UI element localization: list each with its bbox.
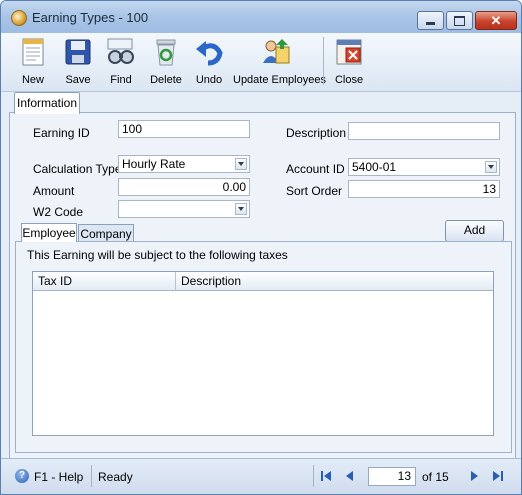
status-bar: ? F1 - Help Ready 13 of 15 [1, 458, 521, 494]
description-field[interactable] [348, 122, 500, 140]
calculation-type-select[interactable]: Hourly Rate [118, 155, 250, 173]
minimize-icon [426, 22, 435, 25]
earning-types-window: Earning Types - 100 ✕ New Save Find Dele… [0, 0, 522, 495]
chevron-down-icon[interactable] [235, 203, 247, 215]
description-label: Description [286, 126, 347, 140]
w2-code-label: W2 Code [33, 205, 84, 219]
delete-label: Delete [150, 74, 182, 86]
earning-id-field[interactable]: 100 [118, 120, 250, 138]
maximize-icon [454, 16, 465, 26]
toolbar-separator [323, 37, 324, 85]
next-record-button[interactable] [466, 468, 482, 484]
undo-icon [196, 41, 223, 66]
w2-code-select[interactable] [118, 200, 250, 218]
page-count: of 15 [422, 470, 449, 484]
close-button[interactable]: Close [329, 35, 369, 89]
next-icon [471, 471, 478, 481]
column-header-tax-id[interactable]: Tax ID [33, 272, 176, 290]
first-icon [321, 471, 331, 481]
new-label: New [21, 74, 44, 86]
help-icon[interactable]: ? [15, 469, 29, 483]
save-icon [65, 39, 91, 65]
last-icon [493, 471, 503, 481]
title-bar: Earning Types - 100 ✕ [1, 1, 521, 33]
account-id-label: Account ID [286, 162, 345, 176]
save-label: Save [65, 74, 91, 86]
new-icon [22, 38, 44, 66]
delete-icon [156, 39, 176, 66]
find-label: Find [110, 74, 132, 86]
add-button[interactable]: Add [445, 220, 504, 242]
calculation-type-label: Calculation Type [33, 162, 122, 176]
column-header-description[interactable]: Description [176, 272, 493, 290]
window-title: Earning Types - 100 [32, 10, 149, 25]
toolbar: New Save Find Delete Undo Update Employe… [1, 33, 521, 92]
first-record-button[interactable] [318, 468, 334, 484]
current-page-field[interactable]: 13 [368, 467, 416, 486]
undo-label: Undo [195, 74, 223, 86]
update-employees-icon [263, 39, 290, 64]
sort-order-label: Sort Order [286, 184, 343, 198]
help-text[interactable]: F1 - Help [34, 470, 83, 484]
close-icon [336, 39, 362, 65]
close-x-icon: ✕ [490, 13, 502, 28]
earning-id-label: Earning ID [33, 126, 90, 140]
amount-field[interactable]: 0.00 [118, 178, 250, 196]
new-button[interactable]: New [11, 35, 55, 89]
save-button[interactable]: Save [57, 35, 99, 89]
minimize-button[interactable] [417, 11, 444, 30]
app-icon [11, 10, 27, 26]
chevron-down-icon[interactable] [235, 158, 247, 170]
last-record-button[interactable] [490, 468, 506, 484]
find-button[interactable]: Find [101, 35, 141, 89]
taxes-grid[interactable]: Tax ID Description [32, 271, 494, 436]
prev-icon [346, 471, 353, 481]
taxes-note: This Earning will be subject to the foll… [27, 248, 288, 262]
previous-record-button[interactable] [342, 468, 358, 484]
grid-header: Tax ID Description [33, 272, 493, 291]
status-text: Ready [98, 470, 133, 484]
tab-employee[interactable]: Employee [21, 223, 77, 242]
window-close-button[interactable]: ✕ [475, 11, 517, 30]
delete-button[interactable]: Delete [144, 35, 188, 89]
status-separator [313, 465, 314, 487]
undo-button[interactable]: Undo [191, 35, 227, 89]
maximize-button[interactable] [446, 11, 473, 30]
tab-information[interactable]: Information [14, 92, 80, 114]
account-id-value: 5400-01 [352, 160, 397, 174]
update-employees-button[interactable]: Update Employees [233, 35, 326, 89]
update-employees-label: Update Employees [233, 74, 326, 86]
amount-label: Amount [33, 184, 75, 198]
status-separator [91, 465, 92, 487]
calculation-type-value: Hourly Rate [122, 157, 186, 171]
find-icon [107, 38, 134, 64]
account-id-select[interactable]: 5400-01 [348, 158, 500, 176]
close-label: Close [334, 74, 364, 86]
sort-order-field[interactable]: 13 [348, 180, 500, 198]
chevron-down-icon[interactable] [485, 161, 497, 173]
